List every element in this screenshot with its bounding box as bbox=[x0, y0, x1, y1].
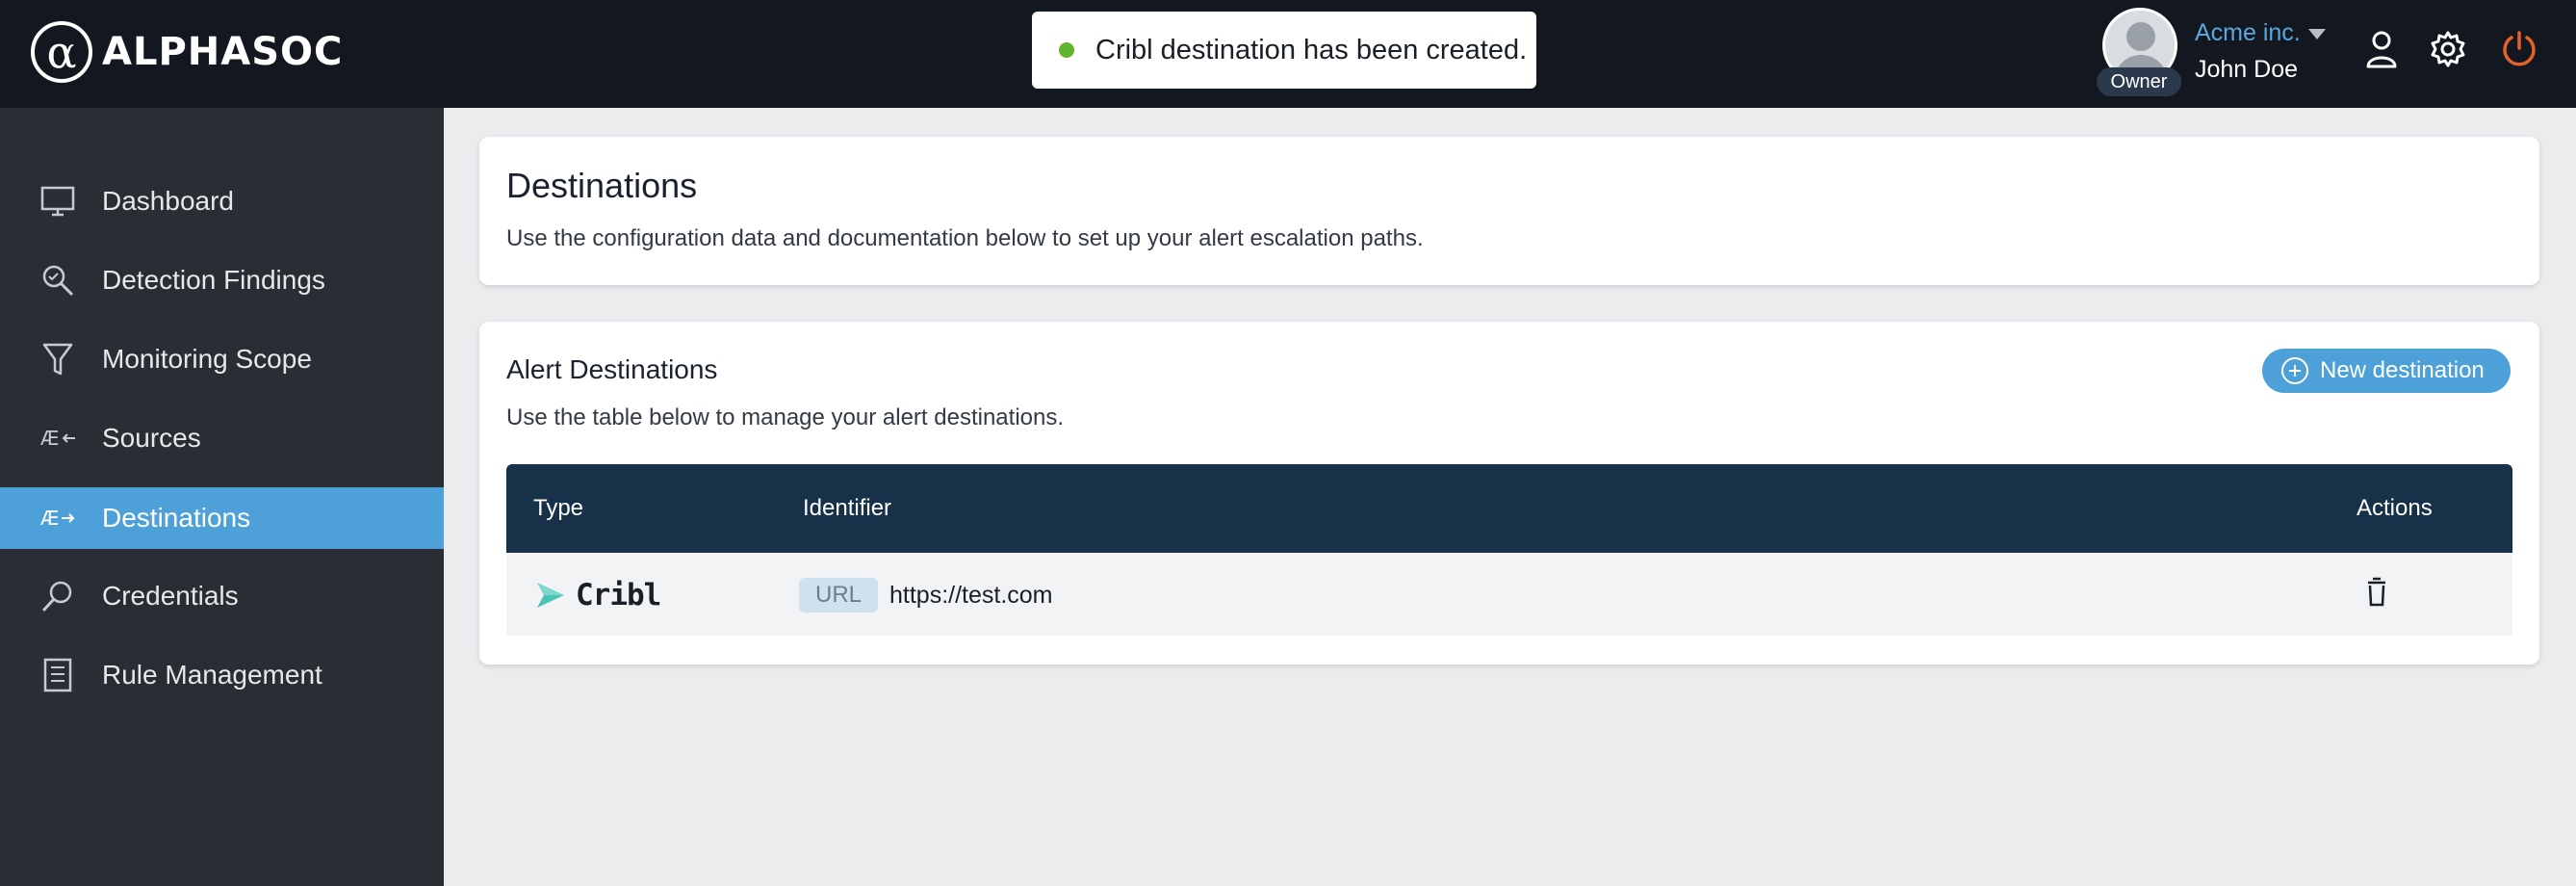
sources-icon: Æ bbox=[39, 419, 77, 457]
sidebar-item-rule-management[interactable]: Rule Management bbox=[0, 644, 444, 706]
sidebar-item-label: Credentials bbox=[102, 581, 239, 611]
sidebar-item-monitoring-scope[interactable]: Monitoring Scope bbox=[0, 328, 444, 390]
success-toast: Cribl destination has been created. bbox=[1032, 12, 1536, 89]
role-badge: Owner bbox=[2097, 67, 2181, 96]
checklist-icon bbox=[39, 656, 77, 694]
sidebar-item-label: Dashboard bbox=[102, 186, 234, 216]
sidebar-item-label: Destinations bbox=[102, 503, 251, 533]
sidebar-item-destinations[interactable]: Æ Destinations bbox=[0, 487, 444, 549]
success-status-dot bbox=[1059, 42, 1074, 58]
brand-name: ALPHASOC bbox=[102, 30, 344, 74]
cribl-logo: Cribl bbox=[535, 578, 661, 612]
sidebar-item-label: Detection Findings bbox=[102, 265, 325, 295]
identifier-type-tag: URL bbox=[799, 578, 878, 612]
sidebar-item-label: Sources bbox=[102, 423, 201, 453]
identifier-value: https://test.com bbox=[889, 582, 1053, 609]
section-title: Alert Destinations bbox=[506, 354, 718, 384]
org-dropdown-caret-icon[interactable] bbox=[2308, 29, 2326, 39]
plus-circle-icon bbox=[2281, 357, 2308, 384]
section-subtitle: Use the table below to manage your alert… bbox=[506, 404, 1065, 430]
sidebar-item-dashboard[interactable]: Dashboard bbox=[0, 170, 444, 232]
sidebar-item-label: Rule Management bbox=[102, 660, 322, 690]
page-header-card: Destinations Use the configuration data … bbox=[479, 137, 2539, 285]
sidebar-item-sources[interactable]: Æ Sources bbox=[0, 407, 444, 469]
trash-icon[interactable] bbox=[2362, 576, 2391, 611]
new-destination-button[interactable]: New destination bbox=[2262, 349, 2511, 393]
sidebar-item-credentials[interactable]: Credentials bbox=[0, 565, 444, 627]
user-name: John Doe bbox=[2195, 56, 2299, 83]
column-header-actions: Actions bbox=[2357, 495, 2433, 521]
sidebar-item-detection-findings[interactable]: Detection Findings bbox=[0, 249, 444, 311]
alert-destinations-card: Alert Destinations Use the table below t… bbox=[479, 322, 2539, 664]
cribl-mark-icon bbox=[537, 583, 564, 608]
user-menu[interactable]: Owner Acme inc. John Doe bbox=[2097, 6, 2339, 98]
toast-message: Cribl destination has been created. bbox=[1095, 34, 1528, 65]
filter-icon bbox=[39, 340, 77, 378]
monitor-icon bbox=[39, 182, 77, 221]
svg-text:Æ: Æ bbox=[40, 427, 59, 450]
gear-icon[interactable] bbox=[2424, 25, 2472, 73]
magnifier-icon bbox=[39, 261, 77, 300]
new-destination-label: New destination bbox=[2320, 357, 2485, 383]
org-name[interactable]: Acme inc. bbox=[2195, 19, 2301, 47]
table-header: Type Identifier Actions bbox=[506, 464, 2512, 553]
destinations-icon: Æ bbox=[39, 499, 77, 537]
column-header-type: Type bbox=[533, 495, 584, 521]
column-header-identifier: Identifier bbox=[803, 495, 892, 521]
page-title: Destinations bbox=[506, 166, 698, 205]
sidebar: Dashboard Detection Findings Monitoring … bbox=[0, 108, 444, 886]
svg-text:Æ: Æ bbox=[40, 507, 59, 530]
destination-type: Cribl bbox=[576, 578, 661, 612]
user-profile-icon[interactable] bbox=[2357, 25, 2406, 73]
table-row[interactable]: Cribl URL https://test.com bbox=[506, 553, 2512, 636]
top-bar: α ALPHASOC Cribl destination has been cr… bbox=[0, 0, 2576, 108]
sidebar-item-label: Monitoring Scope bbox=[102, 344, 312, 374]
power-icon[interactable] bbox=[2495, 25, 2543, 73]
alphasoc-logo[interactable]: α ALPHASOC bbox=[31, 19, 343, 85]
key-search-icon bbox=[39, 577, 77, 615]
alpha-logo-mark: α bbox=[31, 21, 92, 83]
page-subtitle: Use the configuration data and documenta… bbox=[506, 225, 1424, 251]
